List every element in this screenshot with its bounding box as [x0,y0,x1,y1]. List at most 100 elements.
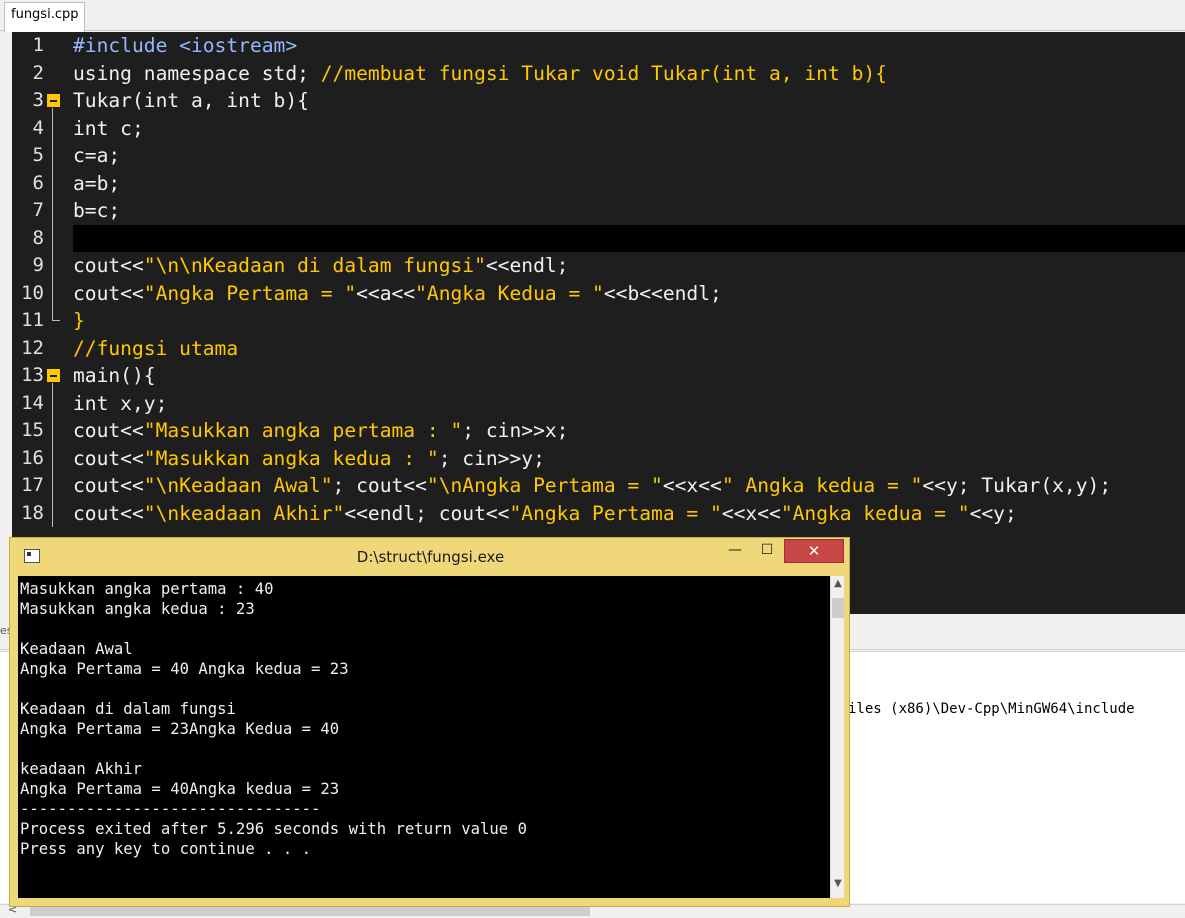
code-line[interactable]: 6 a=b; [12,170,1185,198]
code-line[interactable]: 7 b=c; [12,197,1185,225]
line-number: 14 [21,391,44,414]
code-line[interactable]: 8 [12,224,1185,252]
code-editor[interactable]: 1 #include <iostream> 2 using namespace std… [12,32,1185,614]
code-token: Tukar(int a, int b){ [73,89,309,112]
code-line[interactable]: 17 cout<<"\nKeadaan Awal"; cout<<"\nAngka… [12,472,1185,500]
string-token: "Angka Pertama = " [143,281,357,305]
string-token: "Angka kedua = " [780,501,970,525]
code-text: cout<<"\n\nKeadaan di dalam fungsi"<<end… [73,252,568,280]
tab-fungsi-cpp[interactable]: fungsi.cpp [4,2,86,32]
code-token: <<b<<endl; [603,281,722,305]
comment-token: //membuat fungsi Tukar void Tukar(int a,… [320,61,887,85]
code-line[interactable]: 5 c=a; [12,142,1185,170]
code-text: #include <iostream> [73,32,297,60]
console-titlebar[interactable]: D:\struct\fungsi.exe — ☐ ✕ [10,538,849,575]
fold-guide-line [52,108,53,307]
string-token: "\nkeadaan Akhir" [143,501,345,525]
active-line-highlight [73,224,1185,252]
code-line[interactable]: 14 int x,y; [12,390,1185,418]
code-text: cout<<"Masukkan angka pertama : "; cin>>… [73,417,568,445]
console-line: Masukkan angka pertama : 40 [20,580,274,598]
console-line: keadaan Akhir [20,760,143,778]
code-line[interactable]: 1 #include <iostream> [12,32,1185,60]
line-number: 13 [21,364,44,386]
code-token: int x,y; [73,391,168,415]
line-number: 17 [21,474,44,496]
string-token: "Angka Pertama = " [509,501,722,525]
scroll-down-icon[interactable]: ▼ [831,878,845,894]
maximize-button[interactable]: ☐ [754,540,780,562]
vertical-scrollbar[interactable]: ▲ ▼ [830,576,844,898]
line-number: 16 [21,446,44,469]
fold-minus-icon[interactable] [47,369,60,382]
string-token: " Angka kedua = " [721,474,923,497]
code-token: <<y; Tukar(x,y); [922,474,1112,497]
code-token: ; cin>>y; [438,446,545,470]
code-line[interactable]: 4 int c; [12,115,1185,143]
code-line[interactable]: 12 //fungsi utama [12,335,1185,363]
code-line[interactable]: 18 cout<<"\nkeadaan Akhir"<<endl; cout<<"… [12,500,1185,528]
code-token: c=a; [73,144,121,167]
comment-token: //fungsi utama [73,336,239,360]
code-text: a=b; [73,170,120,198]
minimize-button[interactable]: — [722,540,748,562]
code-line[interactable]: 15 cout<<"Masukkan angka pertama : "; cin… [12,417,1185,445]
line-number: 5 [32,144,44,166]
line-number: 4 [32,116,44,139]
console-line: Angka Pertama = 23Angka Kedua = 40 [20,720,340,738]
code-line[interactable]: 9 cout<<"\n\nKeadaan di dalam fungsi"<<en… [12,252,1185,280]
horizontal-scrollbar-thumb[interactable] [30,906,590,916]
fold-end-icon [52,307,60,321]
code-token: int c; [73,116,144,140]
code-token: using namespace std; [73,61,321,85]
code-token: cout<< [73,446,144,470]
code-token: cout<< [73,501,144,525]
code-text: cout<<"Masukkan angka kedua : "; cin>>y; [73,445,545,473]
code-token: ; cout<< [332,474,427,497]
code-token: <<x<< [662,474,722,497]
code-line[interactable]: 3 Tukar(int a, int b){ [12,87,1185,115]
line-number: 8 [32,226,44,249]
console-line: Keadaan di dalam fungsi [20,700,236,718]
string-token: "\n\nKeadaan di dalam fungsi" [143,254,486,277]
code-token: <<y; [969,501,1017,525]
console-output[interactable]: Masukkan angka pertama : 40 Masukkan angk… [18,576,830,898]
vertical-scrollbar-thumb[interactable] [832,598,844,618]
line-number: 6 [32,171,44,194]
code-text: //fungsi utama [73,335,238,363]
code-line[interactable]: 16 cout<<"Masukkan angka kedua : "; cin>>… [12,445,1185,473]
line-number: 1 [32,34,44,56]
console-line: Process exited after 5.296 seconds with … [20,820,527,838]
line-number: 7 [32,199,44,221]
code-text: int x,y; [73,390,167,418]
code-text: cout<<"\nKeadaan Awal"; cout<<"\nAngka P… [73,472,1111,500]
code-token: main(){ [73,364,156,387]
code-line[interactable]: 10 cout<<"Angka Pertama = "<<a<<"Angka Ke… [12,280,1185,308]
code-token: <<x<< [721,501,781,525]
code-token: cout<< [73,419,144,442]
line-number: 3 [32,89,44,111]
close-button[interactable]: ✕ [784,539,844,563]
code-token: ; cin>>x; [462,419,569,442]
line-number: 11 [21,309,44,331]
scroll-up-icon[interactable]: ▲ [831,578,845,594]
fold-minus-icon[interactable] [47,94,60,107]
line-number: 10 [21,281,44,304]
console-window[interactable]: D:\struct\fungsi.exe — ☐ ✕ Masukkan angk… [9,537,850,907]
code-token: <<endl; [485,254,569,277]
code-token: cout<< [73,474,144,497]
code-line[interactable]: 11} [12,307,1185,335]
code-line[interactable]: 2 using namespace std; //membuat fungsi T… [12,60,1185,88]
compiler-log-text: iles (x86)\Dev-Cpp\MinGW64\include [848,701,1135,717]
code-text: c=a; [73,142,120,170]
string-token: "\nKeadaan Awal" [143,474,333,497]
code-text: } [73,307,85,335]
string-token: "\nAngka Pertama = " [426,474,663,497]
code-token: <<a<< [356,281,416,305]
line-number: 9 [32,254,44,276]
string-token: "Masukkan angka kedua : " [143,446,439,470]
code-token: b=c; [73,199,121,222]
keyword-token: #include <iostream> [73,34,298,57]
console-line: -------------------------------- [20,800,321,818]
code-line[interactable]: 13 main(){ [12,362,1185,390]
